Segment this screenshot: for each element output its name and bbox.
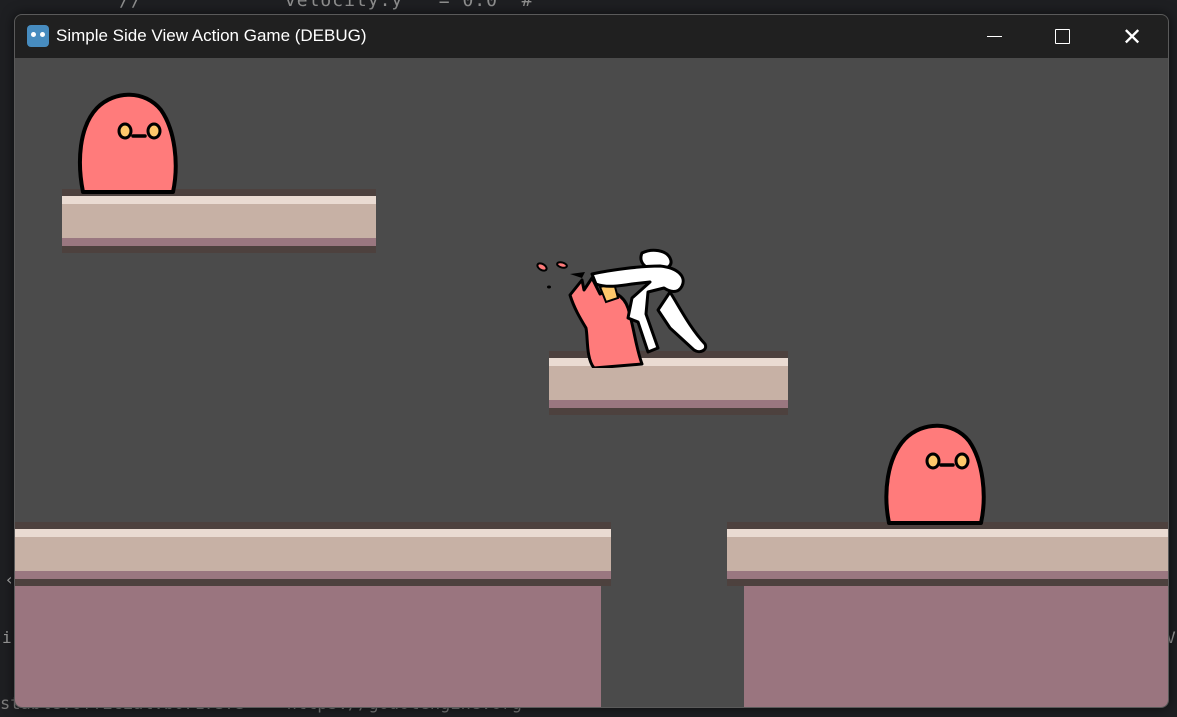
- maximize-icon: [1054, 29, 1070, 44]
- slime-enemy[interactable]: [883, 423, 989, 531]
- ground-right-ledge: [727, 522, 1168, 586]
- combat-sprites: [536, 248, 708, 368]
- maximize-button[interactable]: [1030, 15, 1094, 58]
- game-viewport[interactable]: [15, 58, 1168, 707]
- ground-right-fill: [744, 586, 1168, 707]
- game-window: Simple Side View Action Game (DEBUG) ✕: [14, 14, 1169, 708]
- slime-enemy[interactable]: [75, 92, 181, 200]
- ground-left-ledge: [15, 522, 611, 586]
- minimize-button[interactable]: [962, 15, 1026, 58]
- godot-icon: [27, 25, 49, 47]
- close-icon: ✕: [1121, 22, 1143, 51]
- background-code-text: // velocity.y = 0.0 #: [60, 0, 546, 11]
- chevron-left-icon: ‹: [6, 570, 13, 589]
- background-left-char: i: [2, 628, 12, 647]
- minimize-icon: [986, 35, 1002, 38]
- ground-left-fill: [15, 586, 601, 707]
- window-title: Simple Side View Action Game (DEBUG): [56, 26, 367, 45]
- title-bar[interactable]: Simple Side View Action Game (DEBUG) ✕: [15, 15, 1168, 58]
- close-button[interactable]: ✕: [1100, 15, 1164, 58]
